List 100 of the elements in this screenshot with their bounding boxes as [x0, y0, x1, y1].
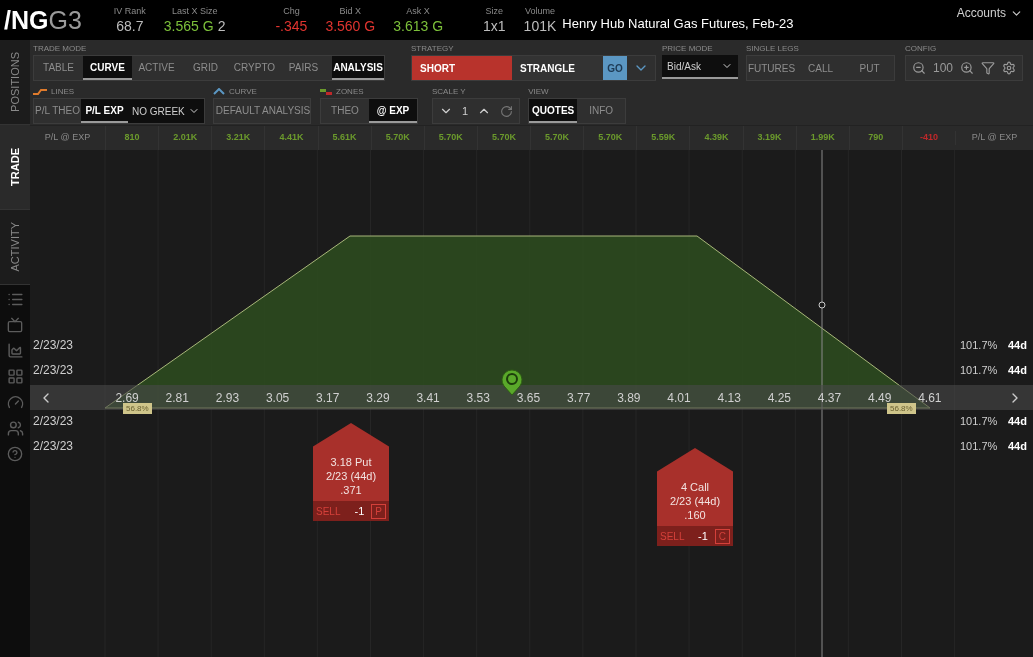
option-expiry: 2/23 (44d) [669, 494, 721, 508]
stat-value: 2 [217, 19, 226, 33]
cursor-handle[interactable] [818, 301, 826, 309]
stat-value: 101K [523, 19, 557, 33]
probability-value: 101.7% [960, 338, 998, 353]
days-value: 44d [1008, 363, 1027, 378]
order-quantity: -1 [698, 528, 708, 544]
stat-value: -.345 [275, 19, 308, 33]
stat-value: 1x1 [483, 19, 506, 33]
pl-value: 4.41K [279, 131, 304, 145]
order-tag[interactable]: 3.18 Put 2/23 (44d) .371 SELL -1 P [313, 423, 389, 521]
pl-value: 5.61K [332, 131, 357, 145]
leg-button[interactable]: CALL [796, 56, 845, 80]
probability-value: 101.7% [960, 363, 998, 378]
expiry-date: 2/23/23 [33, 337, 74, 354]
people-icon[interactable] [6, 420, 24, 437]
side-tab[interactable]: ACTIVITY [0, 210, 30, 285]
strangle-button[interactable]: STRANGLE [512, 56, 603, 80]
price-label: 3.41 [415, 389, 441, 407]
tv-icon[interactable] [7, 317, 23, 333]
stat-label: Size [485, 7, 504, 16]
short-button[interactable]: SHORT [412, 56, 512, 80]
filter-icon[interactable] [981, 61, 996, 75]
gauge-icon[interactable] [6, 394, 24, 411]
stat-value: 3.560 G [325, 19, 376, 33]
zones-icon [320, 88, 332, 95]
price-label: 4.37 [816, 389, 843, 407]
chart-icon[interactable] [6, 342, 24, 359]
stat-label: Volume [524, 7, 555, 16]
settings-icon[interactable] [1002, 61, 1017, 75]
line-style-icon [33, 88, 47, 95]
pl-value: 5.70K [491, 131, 516, 145]
mode-tab[interactable]: TABLE [34, 56, 83, 80]
group-label: TRADE MODE [33, 42, 87, 55]
group-label: ZONES [336, 85, 364, 98]
price-label: 3.77 [565, 389, 592, 407]
pl-value: 5.70K [385, 131, 410, 145]
row-label: P/L @ EXP [955, 131, 1033, 145]
mode-tab[interactable]: CURVE [83, 56, 132, 80]
price-label: 4.13 [716, 389, 742, 407]
side-tab[interactable]: TRADE [0, 125, 30, 210]
help-icon[interactable] [7, 446, 23, 462]
days-value: 44d [1008, 439, 1027, 454]
probability-badge: 56.8% [887, 403, 916, 414]
expiry-date: 2/23/23 [33, 362, 74, 379]
pl-value: 3.19K [757, 131, 782, 145]
price-label: 2.93 [214, 389, 241, 407]
pl-value: 5.59K [651, 131, 676, 145]
pl-value: 5.70K [438, 131, 463, 145]
pl-value: 5.70K [545, 131, 570, 145]
mode-tab[interactable]: THEO [321, 99, 369, 123]
grid-icon[interactable] [6, 368, 24, 385]
mode-tab[interactable]: @ EXP [369, 99, 417, 123]
group-label: CURVE [229, 85, 257, 98]
instrument-description: Henry Hub Natural Gas Futures, Feb-23 [562, 15, 794, 34]
option-expiry: 2/23 (44d) [325, 469, 377, 483]
order-quantity: -1 [354, 503, 365, 519]
mode-tab[interactable]: PAIRS [279, 56, 328, 80]
stat-value: 3.613 G [393, 19, 444, 33]
group-label: LINES [51, 85, 75, 98]
zoom-in-icon[interactable] [960, 61, 975, 75]
mode-tab[interactable]: P/L THEO [34, 99, 81, 123]
option-type-badge: C [714, 528, 730, 544]
mode-tab[interactable]: INFO [577, 99, 626, 123]
order-side: SELL [316, 504, 341, 519]
price-mode-dropdown[interactable]: Bid/Ask [662, 55, 738, 79]
accounts-dropdown[interactable]: Accounts [956, 4, 1023, 22]
order-side: SELL [660, 529, 685, 544]
order-tag[interactable]: 4 Call 2/23 (44d) .160 SELL -1 C [657, 448, 733, 546]
pl-value: 1.99K [810, 131, 835, 145]
mode-tab[interactable]: ACTIVE [132, 56, 181, 80]
go-button[interactable]: GO [603, 56, 627, 80]
price-label: 3.53 [465, 389, 491, 407]
pl-value: 790 [868, 131, 884, 145]
mode-tab[interactable]: ANALYSIS [262, 99, 310, 123]
price-label: 4.61 [917, 389, 943, 407]
price-label: 4.25 [766, 389, 792, 407]
option-price: .160 [684, 508, 706, 522]
symbol-title: /NGG3 [4, 7, 82, 33]
reset-icon[interactable] [500, 104, 514, 118]
greek-dropdown[interactable]: NO GREEK [128, 99, 204, 123]
group-label: VIEW [528, 85, 549, 98]
mode-tab[interactable]: QUOTES [529, 99, 578, 123]
mode-tab[interactable]: GRID [181, 56, 230, 80]
price-label: 3.89 [616, 389, 642, 407]
price-label: 3.29 [365, 389, 391, 407]
stat-label: Ask X [406, 7, 430, 16]
zoom-out-icon[interactable] [912, 61, 926, 75]
mode-tab[interactable]: DEFAULT [214, 99, 262, 123]
side-tab[interactable]: POSITIONS [0, 40, 30, 125]
list-icon[interactable] [6, 291, 24, 308]
mode-tab[interactable]: P/L EXP [81, 99, 128, 123]
mode-tab[interactable]: CRYPTO [230, 56, 279, 80]
stat-label: Last X Size [171, 7, 218, 16]
leg-button[interactable]: FUTURES [747, 56, 796, 80]
pl-value: 3.21K [226, 131, 251, 145]
group-label: STRATEGY [411, 42, 454, 55]
group-label: SCALE Y [432, 85, 466, 98]
analysis-toggle[interactable]: ANALYSIS [332, 56, 384, 80]
leg-button[interactable]: PUT [845, 56, 894, 80]
